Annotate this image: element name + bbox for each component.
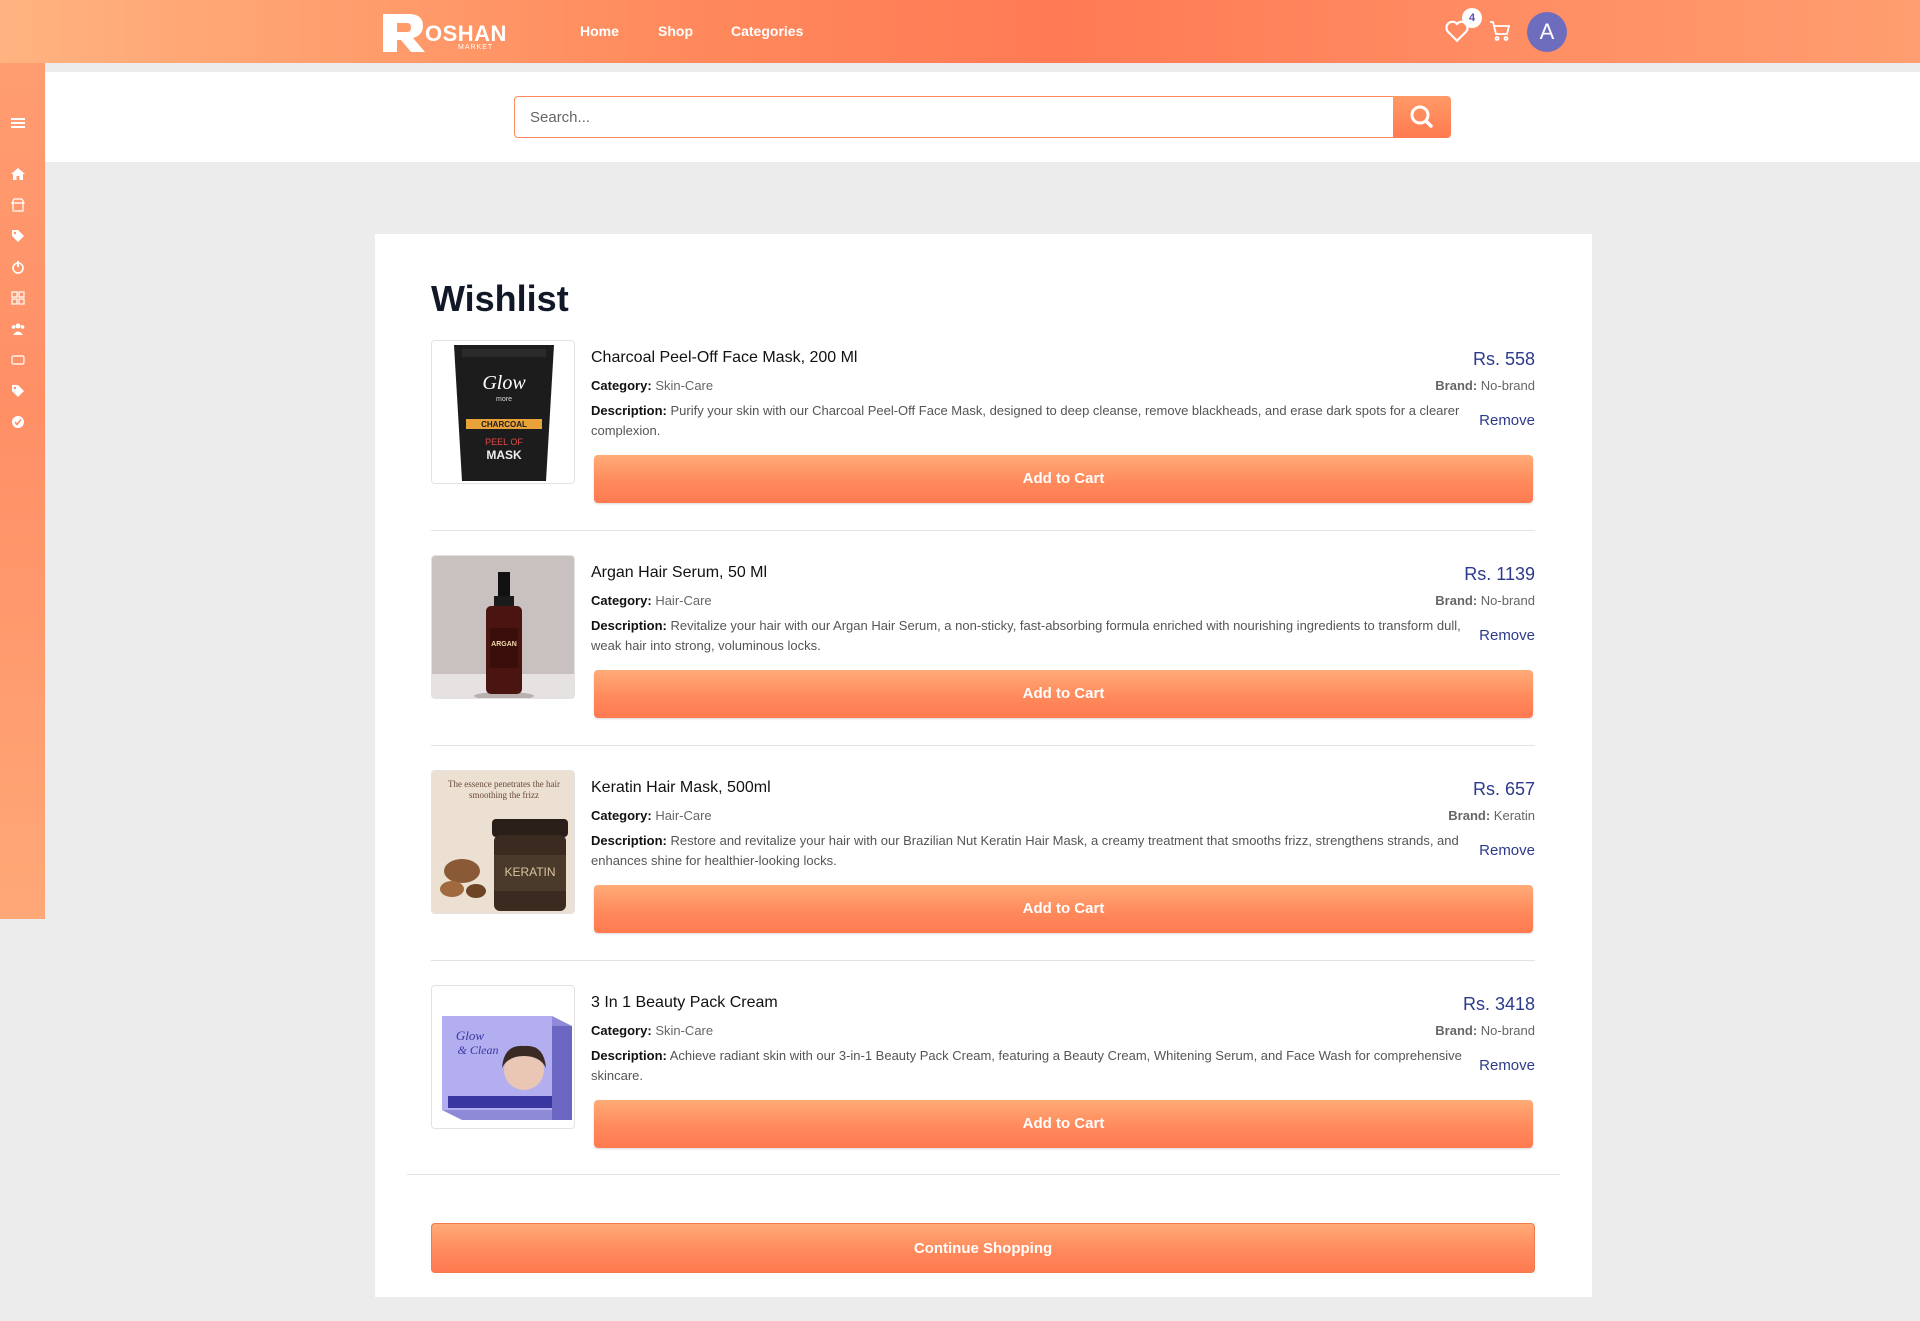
grid-icon[interactable] bbox=[11, 291, 25, 305]
add-to-cart-button[interactable]: Add to Cart bbox=[594, 1100, 1533, 1148]
footer-divider bbox=[407, 1174, 1560, 1175]
remove-button[interactable]: Remove bbox=[1479, 412, 1535, 429]
svg-text:& Clean: & Clean bbox=[458, 1043, 499, 1057]
svg-text:KERATIN: KERATIN bbox=[504, 865, 555, 879]
svg-text:MASK: MASK bbox=[486, 448, 522, 462]
remove-button[interactable]: Remove bbox=[1479, 1057, 1535, 1074]
item-divider bbox=[431, 530, 1535, 531]
product-image-charcoal-mask[interactable]: Glow more CHARCOAL PEEL OF MASK bbox=[431, 340, 575, 484]
product-price: Rs. 558 bbox=[1472, 349, 1535, 369]
product-image-keratin-mask[interactable]: The essence penetrates the hair smoothin… bbox=[431, 770, 575, 914]
product-name[interactable]: Keratin Hair Mask, 500ml bbox=[591, 779, 771, 797]
store-icon[interactable] bbox=[11, 198, 25, 212]
logo-r-icon bbox=[383, 14, 425, 52]
cart-icon bbox=[1490, 21, 1511, 41]
nav-home[interactable]: Home bbox=[580, 23, 619, 39]
svg-text:Glow: Glow bbox=[456, 1028, 485, 1043]
item-divider bbox=[431, 745, 1535, 746]
product-brand: Brand: No-brand bbox=[1435, 1023, 1535, 1038]
nav-shop[interactable]: Shop bbox=[658, 23, 693, 39]
sidebar bbox=[0, 63, 45, 919]
top-navbar: OSHAN MARKET Home Shop Categories 4 A bbox=[0, 0, 1920, 63]
search-icon bbox=[1410, 105, 1433, 128]
avatar[interactable]: A bbox=[1527, 12, 1567, 52]
cart-button[interactable] bbox=[1488, 19, 1512, 43]
beauty-pack-box-image: Glow & Clean bbox=[432, 986, 574, 1128]
svg-text:ARGAN: ARGAN bbox=[491, 641, 517, 648]
wishlist-item: ARGAN Argan Hair Serum, 50 Ml Rs. 1139 C… bbox=[431, 555, 1535, 770]
product-category: Category: Hair-Care bbox=[591, 808, 712, 823]
tag-icon[interactable] bbox=[11, 384, 25, 398]
card-icon[interactable] bbox=[11, 353, 25, 367]
product-brand: Brand: No-brand bbox=[1435, 593, 1535, 608]
wishlist-count-badge: 4 bbox=[1462, 8, 1482, 28]
product-description: Description: Achieve radiant skin with o… bbox=[591, 1048, 1462, 1083]
svg-text:more: more bbox=[496, 396, 512, 403]
add-to-cart-button[interactable]: Add to Cart bbox=[594, 670, 1533, 718]
product-brand: Brand: Keratin bbox=[1448, 808, 1535, 823]
wishlist-item: The essence penetrates the hair smoothin… bbox=[431, 770, 1535, 985]
keratin-jar-image: The essence penetrates the hair smoothin… bbox=[432, 771, 574, 913]
product-image-argan-serum[interactable]: ARGAN bbox=[431, 555, 575, 699]
product-description: Description: Purify your skin with our C… bbox=[591, 403, 1460, 438]
remove-button[interactable]: Remove bbox=[1479, 842, 1535, 859]
search-button[interactable] bbox=[1393, 96, 1451, 138]
check-circle-icon[interactable] bbox=[11, 415, 25, 429]
product-name[interactable]: Charcoal Peel-Off Face Mask, 200 Ml bbox=[591, 349, 857, 367]
add-to-cart-button[interactable]: Add to Cart bbox=[594, 885, 1533, 933]
page-title: Wishlist bbox=[431, 278, 569, 319]
logo-subtitle: MARKET bbox=[458, 44, 494, 51]
product-price: Rs. 1139 bbox=[1464, 564, 1535, 584]
product-price: Rs. 3418 bbox=[1462, 994, 1535, 1014]
menu-icon[interactable] bbox=[11, 116, 25, 130]
home-icon[interactable] bbox=[11, 167, 25, 181]
product-name[interactable]: 3 In 1 Beauty Pack Cream bbox=[591, 994, 778, 1012]
product-brand: Brand: No-brand bbox=[1435, 378, 1535, 393]
charcoal-mask-tube-image: Glow more CHARCOAL PEEL OF MASK bbox=[432, 341, 574, 483]
argan-serum-bottle-image: ARGAN bbox=[432, 556, 574, 698]
product-category: Category: Skin-Care bbox=[591, 1023, 714, 1038]
product-name[interactable]: Argan Hair Serum, 50 Ml bbox=[591, 564, 767, 582]
svg-text:smoothing the frizz: smoothing the frizz bbox=[469, 790, 539, 800]
tags-icon[interactable] bbox=[11, 229, 25, 243]
product-category: Category: Hair-Care bbox=[591, 593, 712, 608]
remove-button[interactable]: Remove bbox=[1479, 627, 1535, 644]
brand-icon[interactable] bbox=[11, 260, 25, 274]
svg-text:Glow: Glow bbox=[482, 372, 526, 394]
product-image-beauty-pack[interactable]: Glow & Clean bbox=[431, 985, 575, 1129]
wishlist-item: Glow & Clean 3 In 1 Beauty Pack Cream Rs… bbox=[431, 985, 1535, 1200]
svg-text:PEEL OF: PEEL OF bbox=[485, 437, 523, 447]
continue-shopping-button[interactable]: Continue Shopping bbox=[431, 1223, 1535, 1273]
product-description: Description: Restore and revitalize your… bbox=[591, 833, 1459, 868]
svg-text:The essence penetrates the hai: The essence penetrates the hair bbox=[448, 779, 560, 789]
product-category: Category: Skin-Care bbox=[591, 378, 714, 393]
wishlist-item: Glow more CHARCOAL PEEL OF MASK Charcoal… bbox=[431, 340, 1535, 555]
logo[interactable]: OSHAN MARKET bbox=[381, 10, 521, 54]
search-input[interactable] bbox=[514, 96, 1394, 138]
product-price: Rs. 657 bbox=[1472, 779, 1535, 799]
svg-text:CHARCOAL: CHARCOAL bbox=[481, 420, 527, 429]
item-divider bbox=[431, 960, 1535, 961]
nav-categories[interactable]: Categories bbox=[731, 23, 803, 39]
users-icon[interactable] bbox=[11, 322, 25, 336]
product-description: Description: Revitalize your hair with o… bbox=[591, 618, 1461, 653]
add-to-cart-button[interactable]: Add to Cart bbox=[594, 455, 1533, 503]
